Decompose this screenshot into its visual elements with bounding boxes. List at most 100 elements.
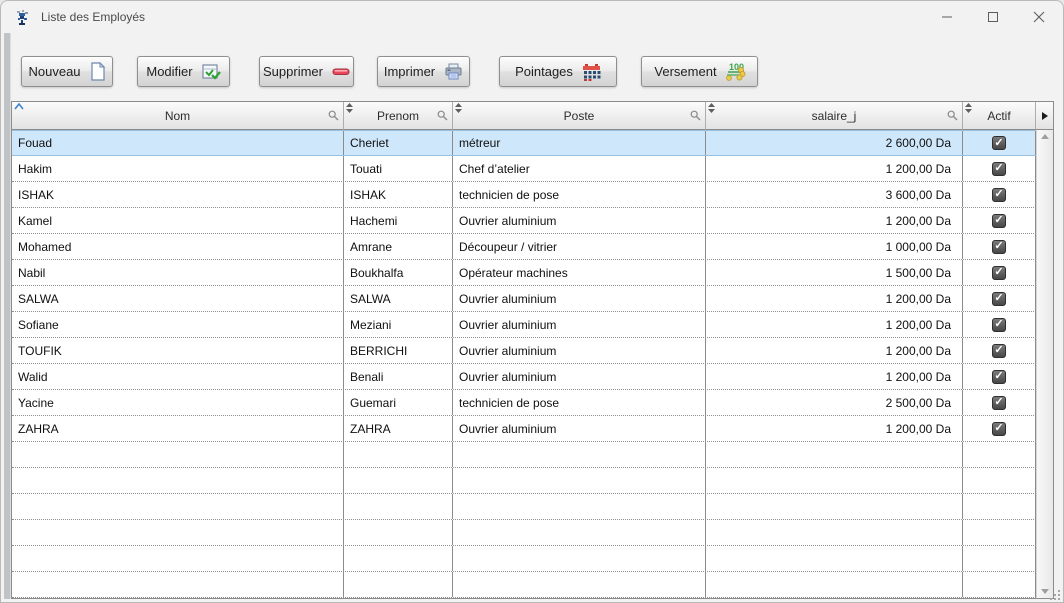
cell-nom[interactable]: Hakim <box>12 156 344 181</box>
actif-checkbox[interactable]: ✓ <box>992 344 1006 358</box>
pointages-button[interactable]: Pointages <box>499 56 617 87</box>
resize-grip-icon[interactable] <box>1049 588 1061 600</box>
table-row[interactable]: HakimTouatiChef d’atelier1 200,00 Da✓ <box>12 156 1036 182</box>
table-row[interactable]: ZAHRAZAHRAOuvrier aluminium1 200,00 Da✓ <box>12 416 1036 442</box>
minimize-button[interactable] <box>924 2 970 32</box>
close-button[interactable] <box>1016 2 1062 32</box>
actif-checkbox[interactable]: ✓ <box>992 240 1006 254</box>
cell-actif[interactable] <box>963 442 1036 467</box>
column-header-nom[interactable]: Nom <box>12 102 344 130</box>
cell-poste[interactable] <box>453 572 706 597</box>
cell-salaire_j[interactable] <box>706 546 963 571</box>
cell-poste[interactable]: métreur <box>453 131 706 155</box>
cell-prenom[interactable] <box>344 468 453 493</box>
cell-prenom[interactable]: Hachemi <box>344 208 453 233</box>
actif-checkbox[interactable]: ✓ <box>992 266 1006 280</box>
table-row[interactable]: SofianeMezianiOuvrier aluminium1 200,00 … <box>12 312 1036 338</box>
cell-nom[interactable] <box>12 546 344 571</box>
cell-poste[interactable]: Opérateur machines <box>453 260 706 285</box>
cell-prenom[interactable] <box>344 572 453 597</box>
empty-row[interactable] <box>12 442 1036 468</box>
cell-actif[interactable] <box>963 546 1036 571</box>
actif-checkbox[interactable]: ✓ <box>992 318 1006 332</box>
cell-prenom[interactable]: SALWA <box>344 286 453 311</box>
actif-checkbox[interactable]: ✓ <box>992 292 1006 306</box>
cell-nom[interactable]: Fouad <box>12 131 344 155</box>
cell-salaire_j[interactable]: 1 200,00 Da <box>706 156 963 181</box>
search-icon[interactable] <box>437 110 448 121</box>
cell-nom[interactable]: Walid <box>12 364 344 389</box>
cell-nom[interactable]: Kamel <box>12 208 344 233</box>
cell-salaire_j[interactable]: 1 200,00 Da <box>706 286 963 311</box>
cell-prenom[interactable] <box>344 494 453 519</box>
cell-prenom[interactable] <box>344 442 453 467</box>
column-header-actif[interactable]: Actif <box>963 102 1036 130</box>
table-row[interactable]: TOUFIKBERRICHIOuvrier aluminium1 200,00 … <box>12 338 1036 364</box>
more-columns-button[interactable] <box>1036 102 1053 130</box>
cell-actif[interactable]: ✓ <box>963 416 1036 441</box>
cell-poste[interactable] <box>453 468 706 493</box>
cell-nom[interactable]: Mohamed <box>12 234 344 259</box>
cell-nom[interactable]: SALWA <box>12 286 344 311</box>
cell-salaire_j[interactable]: 3 600,00 Da <box>706 182 963 207</box>
table-row[interactable]: WalidBenaliOuvrier aluminium1 200,00 Da✓ <box>12 364 1036 390</box>
cell-actif[interactable] <box>963 494 1036 519</box>
cell-prenom[interactable]: Boukhalfa <box>344 260 453 285</box>
cell-prenom[interactable]: ISHAK <box>344 182 453 207</box>
cell-salaire_j[interactable]: 1 200,00 Da <box>706 312 963 337</box>
table-row[interactable]: KamelHachemiOuvrier aluminium1 200,00 Da… <box>12 208 1036 234</box>
cell-actif[interactable] <box>963 468 1036 493</box>
cell-poste[interactable] <box>453 546 706 571</box>
cell-prenom[interactable]: Benali <box>344 364 453 389</box>
search-icon[interactable] <box>947 110 958 121</box>
cell-salaire_j[interactable] <box>706 520 963 545</box>
scroll-up-icon[interactable] <box>1041 134 1049 139</box>
cell-prenom[interactable]: Cheriet <box>344 131 453 155</box>
cell-salaire_j[interactable]: 1 000,00 Da <box>706 234 963 259</box>
cell-actif[interactable]: ✓ <box>963 312 1036 337</box>
cell-actif[interactable]: ✓ <box>963 131 1036 155</box>
cell-poste[interactable]: technicien de pose <box>453 390 706 415</box>
cell-poste[interactable]: Ouvrier aluminium <box>453 364 706 389</box>
cell-prenom[interactable]: BERRICHI <box>344 338 453 363</box>
cell-actif[interactable]: ✓ <box>963 338 1036 363</box>
cell-salaire_j[interactable] <box>706 442 963 467</box>
column-header-salaire_j[interactable]: salaire_j <box>706 102 963 130</box>
cell-salaire_j[interactable]: 1 200,00 Da <box>706 364 963 389</box>
cell-nom[interactable] <box>12 572 344 597</box>
cell-actif[interactable]: ✓ <box>963 364 1036 389</box>
modifier-button[interactable]: Modifier <box>137 56 230 87</box>
empty-row[interactable] <box>12 520 1036 546</box>
imprimer-button[interactable]: Imprimer <box>377 56 470 87</box>
vertical-scrollbar[interactable] <box>1036 130 1053 598</box>
table-row[interactable]: YacineGuemaritechnicien de pose2 500,00 … <box>12 390 1036 416</box>
cell-nom[interactable] <box>12 442 344 467</box>
cell-nom[interactable]: Sofiane <box>12 312 344 337</box>
cell-nom[interactable]: Yacine <box>12 390 344 415</box>
cell-prenom[interactable]: Amrane <box>344 234 453 259</box>
cell-salaire_j[interactable]: 2 500,00 Da <box>706 390 963 415</box>
table-row[interactable]: FouadCherietmétreur2 600,00 Da✓ <box>12 130 1036 156</box>
actif-checkbox[interactable]: ✓ <box>992 136 1006 150</box>
cell-poste[interactable] <box>453 494 706 519</box>
table-row[interactable]: ISHAKISHAKtechnicien de pose3 600,00 Da✓ <box>12 182 1036 208</box>
cell-prenom[interactable]: ZAHRA <box>344 416 453 441</box>
cell-actif[interactable]: ✓ <box>963 390 1036 415</box>
cell-actif[interactable]: ✓ <box>963 156 1036 181</box>
search-icon[interactable] <box>328 110 339 121</box>
cell-poste[interactable]: Ouvrier aluminium <box>453 416 706 441</box>
column-header-poste[interactable]: Poste <box>453 102 706 130</box>
cell-salaire_j[interactable]: 1 200,00 Da <box>706 416 963 441</box>
cell-prenom[interactable]: Guemari <box>344 390 453 415</box>
cell-poste[interactable]: Ouvrier aluminium <box>453 208 706 233</box>
cell-poste[interactable] <box>453 442 706 467</box>
cell-nom[interactable] <box>12 494 344 519</box>
empty-row[interactable] <box>12 494 1036 520</box>
scroll-down-icon[interactable] <box>1041 589 1049 594</box>
cell-poste[interactable] <box>453 520 706 545</box>
cell-actif[interactable]: ✓ <box>963 260 1036 285</box>
cell-salaire_j[interactable] <box>706 572 963 597</box>
maximize-button[interactable] <box>970 2 1016 32</box>
actif-checkbox[interactable]: ✓ <box>992 214 1006 228</box>
cell-actif[interactable]: ✓ <box>963 182 1036 207</box>
